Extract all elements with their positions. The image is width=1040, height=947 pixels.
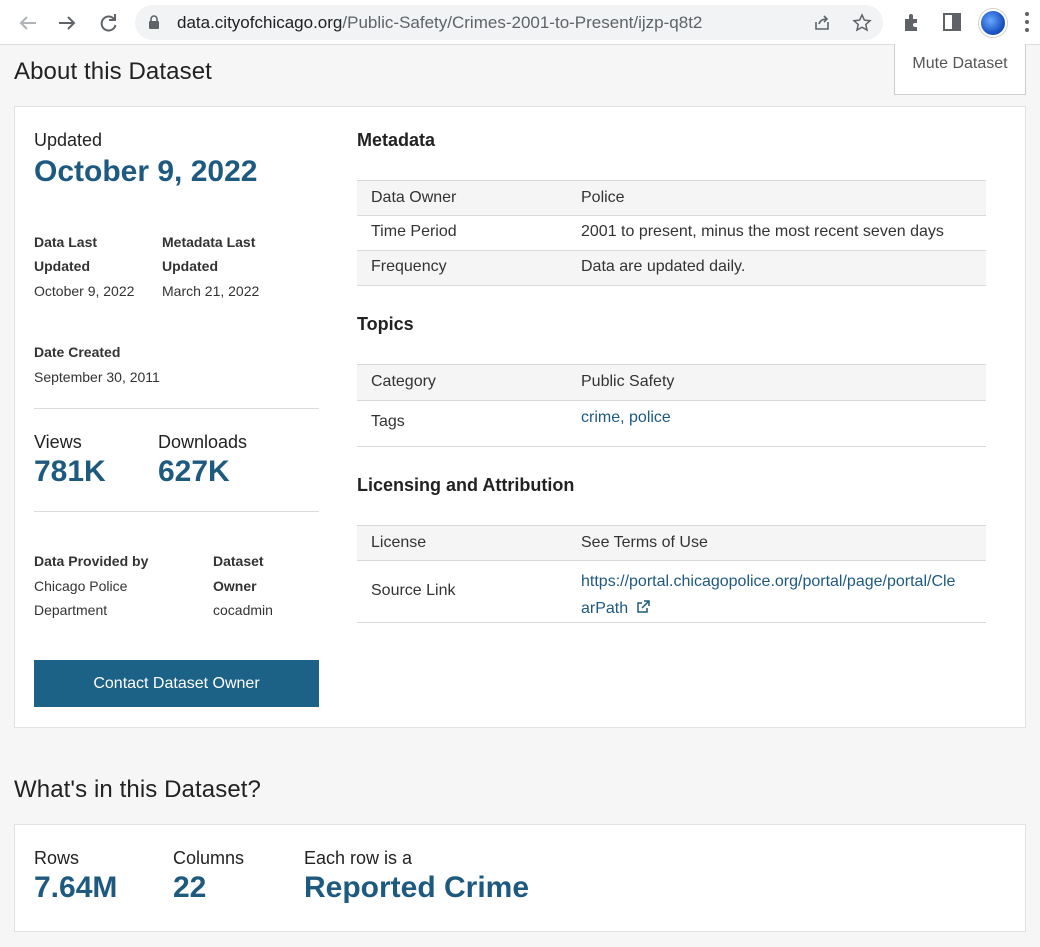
data-provided-by: Data Provided by Chicago Police Departme…	[34, 553, 149, 618]
bookmark-star-icon[interactable]	[852, 13, 872, 33]
tag-link-crime[interactable]: crime	[581, 409, 620, 426]
table-row: Time Period 2001 to present, minus the m…	[357, 216, 986, 251]
date-created: Date Created September 30, 2011	[34, 344, 160, 385]
rows-stat: Rows 7.64M	[34, 848, 118, 904]
licensing-title: Licensing and Attribution	[357, 475, 575, 495]
side-panel-icon[interactable]	[941, 11, 963, 33]
mute-dataset-button[interactable]: Mute Dataset	[894, 44, 1026, 95]
updated-label: Updated	[34, 130, 103, 150]
table-row: Category Public Safety	[357, 364, 986, 401]
lock-icon	[149, 15, 159, 29]
about-heading: About this Dataset	[14, 58, 212, 85]
tag-link-police[interactable]: police	[629, 409, 671, 426]
forward-icon[interactable]	[52, 8, 82, 38]
whats-in-heading: What's in this Dataset?	[14, 776, 261, 803]
source-link[interactable]: https://portal.chicagopolice.org/portal/…	[581, 568, 981, 622]
columns-stat: Columns 22	[173, 848, 245, 904]
browser-toolbar: data.cityofchicago.org/Public-Safety/Cri…	[0, 0, 1040, 45]
address-bar[interactable]: data.cityofchicago.org/Public-Safety/Cri…	[135, 5, 883, 40]
table-row: Source Link https://portal.chicagopolice…	[357, 561, 986, 623]
metadata-last-updated: Metadata Last Updated March 21, 2022	[162, 234, 260, 299]
table-row: Data Owner Police	[357, 180, 986, 216]
url-text: data.cityofchicago.org/Public-Safety/Cri…	[177, 13, 703, 32]
extensions-icon[interactable]	[901, 11, 923, 33]
views-stat: Views 781K	[34, 432, 106, 488]
divider	[34, 408, 319, 409]
table-row: Tags crime, police	[357, 401, 986, 447]
share-icon[interactable]	[812, 13, 832, 33]
contact-dataset-owner-button[interactable]: Contact Dataset Owner	[34, 660, 319, 707]
row-type-stat: Each row is a Reported Crime	[304, 848, 530, 904]
reload-icon[interactable]	[93, 8, 123, 38]
topics-title: Topics	[357, 314, 414, 334]
divider	[34, 511, 319, 512]
data-last-updated: Data Last Updated October 9, 2022	[34, 234, 135, 299]
profile-avatar[interactable]	[979, 9, 1007, 37]
dataset-owner: Dataset Owner cocadmin	[213, 553, 273, 618]
menu-kebab-icon[interactable]	[1025, 12, 1031, 32]
back-icon[interactable]	[13, 8, 43, 38]
updated-date: October 9, 2022	[34, 155, 258, 188]
metadata-title: Metadata	[357, 130, 436, 150]
table-row: Frequency Data are updated daily.	[357, 251, 986, 286]
downloads-stat: Downloads 627K	[158, 432, 248, 488]
table-row: License See Terms of Use	[357, 525, 986, 561]
external-link-icon	[636, 600, 650, 613]
